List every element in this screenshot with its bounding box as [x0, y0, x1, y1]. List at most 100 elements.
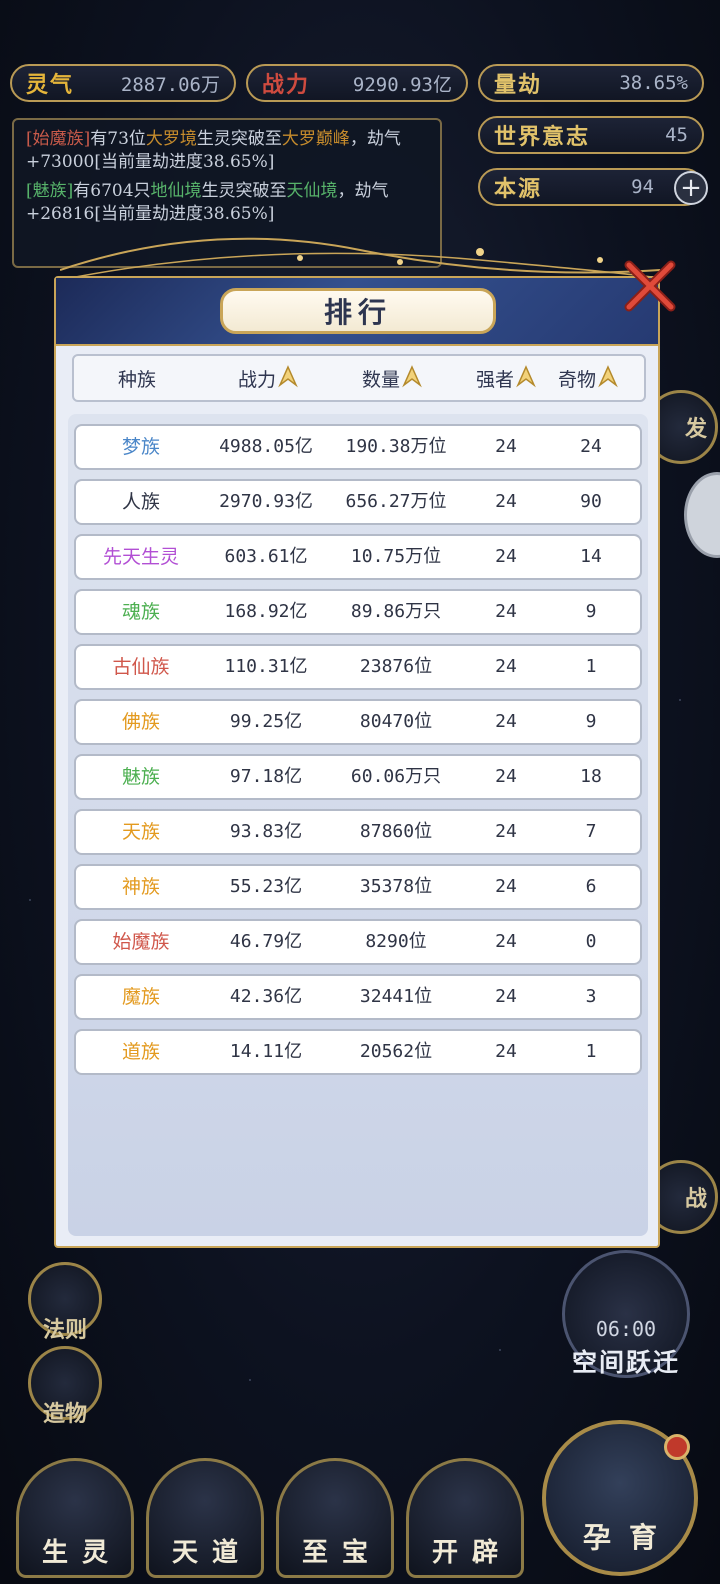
- race-count: 190.38万位: [345, 436, 447, 457]
- race-count: 87860位: [359, 821, 433, 842]
- race-items: 9: [585, 711, 597, 732]
- close-button[interactable]: [620, 256, 680, 316]
- log-target: 天仙境: [286, 181, 338, 201]
- table-row[interactable]: 魅族 97.18亿 60.06万只 24 18: [74, 754, 642, 800]
- shijie-yizhi-stat[interactable]: 世界意志 45: [478, 116, 704, 154]
- shijie-yizhi-label: 世界意志: [494, 124, 591, 150]
- sort-strong-button[interactable]: 强者: [476, 365, 536, 392]
- race-strong: 24: [495, 546, 517, 567]
- log-target: 大罗巅峰: [281, 129, 350, 149]
- race-items: 14: [580, 546, 602, 567]
- log-race: [魅族]: [26, 181, 74, 201]
- race-power: 4988.05亿: [219, 436, 313, 457]
- table-row[interactable]: 道族 14.11亿 20562位 24 1: [74, 1029, 642, 1075]
- race-strong: 24: [495, 986, 517, 1007]
- benyuan-value: 94: [631, 176, 654, 198]
- race-name: 神族: [121, 876, 160, 898]
- sort-arrow-icon: [402, 365, 422, 388]
- nav-kaipi-button[interactable]: 开辟: [406, 1458, 524, 1578]
- race-count: 8290位: [365, 931, 427, 952]
- race-name: 道族: [121, 1041, 160, 1063]
- log-text: 生灵突破至: [196, 129, 282, 149]
- lingqi-value: 2887.06万: [120, 73, 220, 96]
- yunyu-label: 孕育: [582, 1521, 675, 1554]
- zaowu-label: 造物: [42, 1401, 87, 1427]
- nav-zhibao-button[interactable]: 至宝: [276, 1458, 394, 1578]
- sort-count-button[interactable]: 数量: [362, 365, 422, 392]
- space-jump-button[interactable]: 06:00 空间跃迁: [562, 1250, 690, 1378]
- race-power: 46.79亿: [229, 931, 303, 952]
- lingqi-stat[interactable]: 灵气 2887.06万: [10, 64, 236, 102]
- race-name: 佛族: [121, 711, 160, 733]
- table-row[interactable]: 天族 93.83亿 87860位 24 7: [74, 809, 642, 855]
- sort-arrow-icon: [278, 365, 298, 388]
- zhanli-stat[interactable]: 战力 9290.93亿: [246, 64, 468, 102]
- sort-power-button[interactable]: 战力: [238, 365, 298, 392]
- nav-tiandao-button[interactable]: 天道: [146, 1458, 264, 1578]
- benyuan-stat[interactable]: 本源 94: [478, 168, 704, 206]
- race-items: 6: [585, 876, 597, 897]
- race-name: 魔族: [121, 986, 160, 1008]
- log-realm: 地仙境: [150, 181, 202, 201]
- race-name: 先天生灵: [102, 546, 179, 568]
- table-row[interactable]: 魔族 42.36亿 32441位 24 3: [74, 974, 642, 1020]
- zhan-label: 战: [684, 1186, 707, 1212]
- side-toggle-handle[interactable]: [684, 472, 720, 558]
- nav-shengling-button[interactable]: 生灵: [16, 1458, 134, 1578]
- table-row[interactable]: 人族 2970.93亿 656.27万位 24 90: [74, 479, 642, 525]
- liangjie-value: 38.65%: [619, 72, 688, 94]
- table-row[interactable]: 神族 55.23亿 35378位 24 6: [74, 864, 642, 910]
- race-strong: 24: [495, 711, 517, 732]
- nav-label: 开辟: [431, 1538, 512, 1568]
- race-count: 20562位: [359, 1041, 433, 1062]
- header-power-label: 战力: [238, 368, 277, 391]
- faze-button[interactable]: 法则: [28, 1262, 102, 1343]
- race-count: 32441位: [359, 986, 433, 1007]
- race-power: 110.31亿: [224, 656, 308, 677]
- race-strong: 24: [495, 766, 517, 787]
- header-items-label: 奇物: [558, 368, 597, 391]
- race-strong: 24: [495, 491, 517, 512]
- table-row[interactable]: 古仙族 110.31亿 23876位 24 1: [74, 644, 642, 690]
- race-count: 60.06万只: [350, 766, 442, 787]
- table-row[interactable]: 始魔族 46.79亿 8290位 24 0: [74, 919, 642, 965]
- table-row[interactable]: 先天生灵 603.61亿 10.75万位 24 14: [74, 534, 642, 580]
- table-row[interactable]: 梦族 4988.05亿 190.38万位 24 24: [74, 424, 642, 470]
- benyuan-label: 本源: [494, 176, 543, 202]
- close-icon: [624, 260, 676, 312]
- table-row[interactable]: 佛族 99.25亿 80470位 24 9: [74, 699, 642, 745]
- race-items: 9: [585, 601, 597, 622]
- table-header: 种族 战力 数量 强者 奇物: [72, 354, 646, 402]
- race-power: 99.25亿: [229, 711, 303, 732]
- race-items: 90: [580, 491, 602, 512]
- sort-items-button[interactable]: 奇物: [558, 365, 618, 392]
- race-power: 14.11亿: [229, 1041, 303, 1062]
- zaowu-button[interactable]: 造物: [28, 1346, 102, 1427]
- space-jump-label: 空间跃迁: [571, 1348, 680, 1377]
- nav-label: 至宝: [301, 1538, 382, 1568]
- zhanli-value: 9290.93亿: [352, 73, 452, 96]
- race-items: 24: [580, 436, 602, 457]
- add-benyuan-button[interactable]: +: [674, 171, 708, 205]
- nav-label: 天道: [171, 1538, 252, 1568]
- race-name: 魂族: [121, 601, 160, 623]
- race-count: 10.75万位: [350, 546, 442, 567]
- yunyu-button[interactable]: 孕育: [542, 1420, 698, 1576]
- log-text: 有6704只: [73, 181, 151, 201]
- header-race: 种族: [118, 365, 156, 392]
- race-name: 魅族: [121, 766, 160, 788]
- race-name: 梦族: [121, 436, 160, 458]
- modal-title: 排行: [220, 288, 496, 334]
- race-strong: 24: [495, 876, 517, 897]
- log-text: 生灵突破至: [201, 181, 287, 201]
- table-row[interactable]: 魂族 168.92亿 89.86万只 24 9: [74, 589, 642, 635]
- log-race: [始魔族]: [26, 129, 91, 149]
- race-power: 93.83亿: [229, 821, 303, 842]
- ranking-modal: 排行 种族 战力 数量 强者 奇物 梦族 4988.05亿 190.38万位 2…: [54, 260, 676, 1248]
- race-count: 23876位: [359, 656, 433, 677]
- ranking-list[interactable]: 梦族 4988.05亿 190.38万位 24 24 人族 2970.93亿 6…: [68, 414, 648, 1236]
- race-strong: 24: [495, 436, 517, 457]
- zhanli-label: 战力: [262, 72, 311, 98]
- sort-arrow-icon: [516, 365, 536, 388]
- liangjie-stat[interactable]: 量劫 38.65%: [478, 64, 704, 102]
